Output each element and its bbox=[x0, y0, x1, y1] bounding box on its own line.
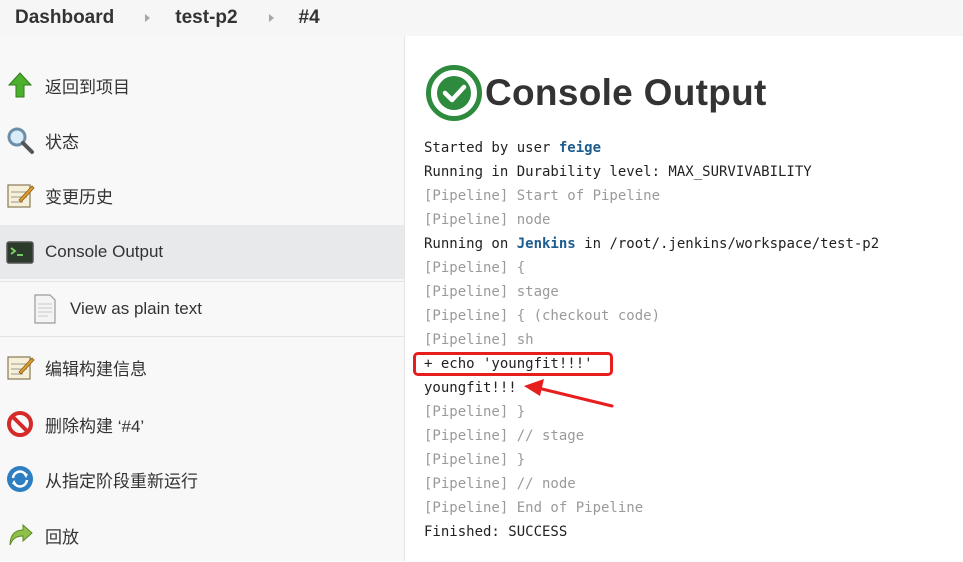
no-entry-icon bbox=[7, 411, 33, 437]
console-text: in /root/.jenkins/workspace/test-p2 bbox=[575, 236, 880, 252]
console-text: Started by user bbox=[424, 140, 559, 156]
console-text: Running on bbox=[424, 236, 517, 252]
console-line: [Pipeline] sh bbox=[424, 332, 534, 348]
search-icon bbox=[7, 127, 34, 154]
console-line: Started by user feige bbox=[424, 136, 879, 160]
notepad-icon bbox=[7, 356, 35, 380]
user-link[interactable]: feige bbox=[559, 140, 601, 156]
annotation-arrow-icon bbox=[524, 379, 614, 408]
console-line: [Pipeline] // stage bbox=[424, 428, 585, 444]
sidebar-item-replay[interactable]: 回放 bbox=[0, 508, 404, 562]
sidebar-item-status[interactable]: 状态 bbox=[0, 113, 404, 167]
sidebar: 返回到项目 状态 变更历史 Console Output View as pla… bbox=[0, 36, 405, 561]
refresh-icon bbox=[7, 466, 33, 492]
console-line-finished: Finished: SUCCESS bbox=[424, 524, 568, 540]
success-check-icon bbox=[426, 65, 482, 121]
up-arrow-icon bbox=[7, 72, 33, 98]
breadcrumb-chevron-icon[interactable] bbox=[145, 14, 151, 22]
console-line: [Pipeline] // node bbox=[424, 476, 576, 492]
notepad-icon bbox=[7, 184, 35, 208]
sidebar-item-back-to-project[interactable]: 返回到项目 bbox=[0, 58, 404, 112]
document-icon bbox=[34, 294, 56, 324]
sidebar-item-edit-build-info[interactable]: 编辑构建信息 bbox=[0, 340, 404, 394]
console-line: [Pipeline] stage bbox=[424, 284, 559, 300]
sidebar-item-restart-from-stage[interactable]: 从指定阶段重新运行 bbox=[0, 452, 404, 506]
breadcrumb-dashboard[interactable]: Dashboard bbox=[15, 7, 114, 29]
sidebar-item-label: 状态 bbox=[45, 132, 79, 152]
sidebar-item-label: 从指定阶段重新运行 bbox=[45, 471, 198, 491]
sidebar-item-label: 编辑构建信息 bbox=[45, 359, 147, 379]
replay-arrow-icon bbox=[9, 523, 33, 546]
terminal-icon bbox=[6, 241, 34, 264]
sidebar-item-label: View as plain text bbox=[70, 299, 202, 318]
console-line: [Pipeline] node bbox=[424, 212, 551, 228]
console-line: [Pipeline] End of Pipeline bbox=[424, 500, 644, 516]
main-content: Console Output Started by user feige Runn… bbox=[405, 36, 963, 561]
sidebar-item-console-output[interactable]: Console Output bbox=[0, 225, 404, 279]
sidebar-item-label: 回放 bbox=[45, 527, 79, 547]
breadcrumb-build[interactable]: #4 bbox=[299, 7, 320, 29]
annotation-highlight-box bbox=[413, 352, 613, 376]
breadcrumb-chevron-icon[interactable] bbox=[268, 14, 274, 22]
breadcrumb: Dashboard test-p2 #4 bbox=[0, 0, 963, 36]
sidebar-item-changes[interactable]: 变更历史 bbox=[0, 168, 404, 222]
sidebar-item-label: 删除构建 ‘#4’ bbox=[45, 416, 145, 436]
breadcrumb-project[interactable]: test-p2 bbox=[175, 7, 237, 29]
console-line: Running in Durability level: MAX_SURVIVA… bbox=[424, 164, 812, 180]
console-line: [Pipeline] { (checkout code) bbox=[424, 308, 661, 324]
sidebar-item-view-plain-text[interactable]: View as plain text bbox=[0, 281, 404, 337]
console-line: Running on Jenkins in /root/.jenkins/wor… bbox=[424, 232, 879, 256]
sidebar-item-label: 变更历史 bbox=[45, 187, 113, 207]
console-line-echo-output: youngfit!!! bbox=[424, 380, 517, 396]
sidebar-item-delete-build[interactable]: 删除构建 ‘#4’ bbox=[0, 397, 404, 451]
console-output: Started by user feige Running in Durabili… bbox=[424, 136, 879, 544]
console-line: [Pipeline] } bbox=[424, 452, 526, 468]
console-line: [Pipeline] { bbox=[424, 260, 526, 276]
sidebar-item-label: 返回到项目 bbox=[45, 77, 130, 97]
console-line: [Pipeline] } bbox=[424, 404, 526, 420]
node-link[interactable]: Jenkins bbox=[517, 236, 576, 252]
console-line: [Pipeline] Start of Pipeline bbox=[424, 188, 661, 204]
page-title: Console Output bbox=[485, 72, 767, 113]
page-header: Console Output bbox=[425, 64, 767, 122]
sidebar-item-label: Console Output bbox=[45, 242, 164, 261]
